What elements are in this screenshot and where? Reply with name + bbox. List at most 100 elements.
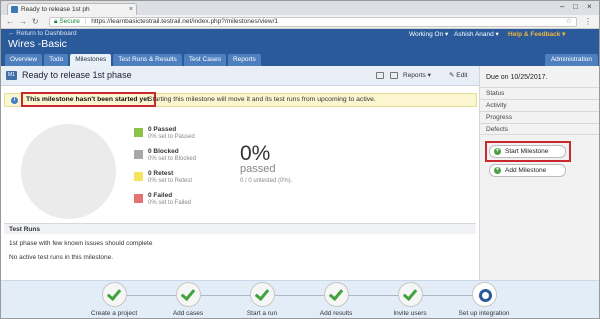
sidebar-item-progress[interactable]: Progress — [480, 111, 599, 123]
legend-retest: 0 Retest 0% set to Retest — [134, 170, 229, 192]
blocked-swatch — [134, 150, 143, 159]
step-add-cases[interactable]: Add cases — [152, 282, 224, 317]
due-date: Due on 10/25/2017. — [486, 74, 548, 81]
app-header: ← Return to Dashboard Wires -Basic Worki… — [1, 29, 599, 66]
step-circle — [323, 282, 349, 307]
step-circle — [101, 282, 127, 307]
add-milestone-button[interactable]: + Add Milestone — [489, 164, 566, 177]
reload-icon[interactable]: ↻ — [32, 17, 39, 27]
add-milestone-label: Add Milestone — [505, 167, 547, 174]
step-circle — [249, 282, 275, 307]
status-pie-chart — [21, 124, 116, 219]
url-input[interactable]: 🔒︎ Secure | https://learnbasictestrail.t… — [49, 17, 577, 27]
back-arrow-icon[interactable]: ← — [6, 17, 14, 27]
screen: Ready to release 1st ph × – □ × ← → ↻ 🔒︎… — [0, 0, 600, 319]
tab-todo[interactable]: Todo — [44, 54, 69, 66]
checkmark-icon — [402, 285, 417, 302]
legend-failed: 0 Failed 0% set to Failed — [134, 192, 229, 214]
sidebar-list: Status Activity Progress Defects — [480, 87, 599, 135]
tab-test-cases[interactable]: Test Cases — [183, 54, 226, 66]
browser-address-bar: ← → ↻ 🔒︎ Secure | https://learnbasictest… — [1, 15, 599, 29]
passed-swatch — [134, 128, 143, 137]
legend-passed: 0 Passed 0% set to Passed — [134, 126, 229, 148]
user-menu[interactable]: Ashish Anand ▾ — [454, 30, 499, 38]
minimize-icon[interactable]: – — [560, 2, 564, 11]
notice-rest-text: Starting this milestone will move it and… — [148, 96, 376, 103]
start-milestone-button[interactable]: + Start Milestone — [489, 145, 566, 158]
window-close-icon[interactable]: × — [587, 2, 592, 11]
step-label: Start a run — [246, 310, 278, 317]
return-to-dashboard-link[interactable]: ← Return to Dashboard — [8, 30, 77, 37]
info-icon: i — [11, 97, 18, 104]
milestone-title: Ready to release 1st phase — [22, 70, 132, 80]
sidebar-item-activity[interactable]: Activity — [480, 99, 599, 111]
forward-arrow-icon[interactable]: → — [19, 17, 27, 27]
browser-tab-bar: Ready to release 1st ph × – □ × — [1, 1, 599, 15]
step-create-project[interactable]: Create a project — [78, 282, 150, 317]
help-feedback-menu[interactable]: Help & Feedback ▾ — [508, 30, 565, 38]
milestone-content: M1 Ready to release 1st phase Reports ▾ … — [1, 66, 479, 280]
tab-overview[interactable]: Overview — [5, 54, 43, 66]
step-circle — [175, 282, 201, 307]
logo-core — [481, 292, 489, 299]
checkmark-icon — [328, 285, 343, 302]
sidebar-item-defects[interactable]: Defects — [480, 123, 599, 135]
maximize-icon[interactable]: □ — [573, 2, 578, 11]
test-runs-header: Test Runs — [4, 223, 476, 234]
url-text: https://learnbasictestrail.testrail.net/… — [91, 18, 279, 25]
plus-icon: + — [494, 148, 501, 155]
export-icon[interactable] — [390, 72, 398, 79]
legend-sub: 0% set to Failed — [148, 200, 192, 206]
reports-dropdown[interactable]: Reports ▾ — [403, 71, 431, 79]
plus-icon: + — [494, 167, 501, 174]
passed-label: passed — [240, 163, 276, 175]
sidebar-item-status[interactable]: Status — [480, 87, 599, 99]
step-label: Create a project — [90, 310, 138, 317]
bookmark-star-icon[interactable]: ☆ — [566, 18, 572, 26]
checkmark-icon — [180, 285, 195, 302]
milestone-description: 1st phase with few known issues should c… — [9, 240, 153, 247]
tab-test-runs-results[interactable]: Test Runs & Results — [113, 54, 182, 66]
favicon-icon — [11, 6, 18, 13]
not-started-notice: i This milestone hasn't been started yet… — [4, 92, 477, 107]
step-invite-users[interactable]: Invite users — [374, 282, 446, 317]
url-separator: | — [84, 18, 87, 25]
step-start-run[interactable]: Start a run — [226, 282, 298, 317]
legend-label: 0 Retest — [148, 170, 174, 177]
retest-swatch — [134, 172, 143, 181]
legend-sub: 0% set to Passed — [148, 134, 195, 140]
browser-tab[interactable]: Ready to release 1st ph × — [7, 3, 137, 15]
milestone-badge-icon: M1 — [6, 71, 17, 80]
getting-started-steps: Create a project Add cases Start a run A… — [1, 280, 599, 318]
step-setup-integration[interactable]: Set up integration — [448, 282, 520, 317]
tab-administration[interactable]: Administration — [544, 54, 598, 66]
lock-icon: 🔒︎ — [54, 18, 58, 25]
legend-sub: 0% set to Blocked — [148, 156, 197, 162]
project-title: Wires -Basic — [8, 38, 67, 50]
step-circle — [397, 282, 423, 307]
close-tab-icon[interactable]: × — [129, 4, 133, 15]
working-on-menu[interactable]: Working On ▾ — [409, 30, 448, 38]
step-label: Add cases — [172, 310, 204, 317]
main-nav-tabs: Overview Todo Milestones Test Runs & Res… — [5, 54, 261, 66]
checkmark-icon — [254, 285, 269, 302]
no-active-runs-text: No active test runs in this milestone. — [9, 254, 114, 261]
milestone-sidebar: Due on 10/25/2017. Status Activity Progr… — [479, 66, 599, 280]
browser-menu-icon[interactable]: ⋮ — [584, 17, 592, 26]
step-label: Add results — [319, 310, 353, 317]
step-add-results[interactable]: Add results — [300, 282, 372, 317]
edit-label: Edit — [456, 72, 468, 79]
status-legend: 0 Passed 0% set to Passed 0 Blocked 0% s… — [134, 126, 229, 214]
step-label: Set up integration — [458, 310, 510, 317]
milestone-title-bar: M1 Ready to release 1st phase Reports ▾ … — [1, 66, 479, 86]
tab-reports[interactable]: Reports — [227, 54, 261, 66]
edit-button[interactable]: ✎ Edit — [449, 71, 467, 79]
checkmark-icon — [106, 285, 121, 302]
tab-milestones[interactable]: Milestones — [70, 54, 112, 66]
legend-label: 0 Blocked — [148, 148, 179, 155]
failed-swatch — [134, 194, 143, 203]
legend-label: 0 Failed — [148, 192, 173, 199]
print-icon[interactable] — [376, 72, 384, 79]
integration-logo-icon — [471, 282, 497, 307]
legend-blocked: 0 Blocked 0% set to Blocked — [134, 148, 229, 170]
